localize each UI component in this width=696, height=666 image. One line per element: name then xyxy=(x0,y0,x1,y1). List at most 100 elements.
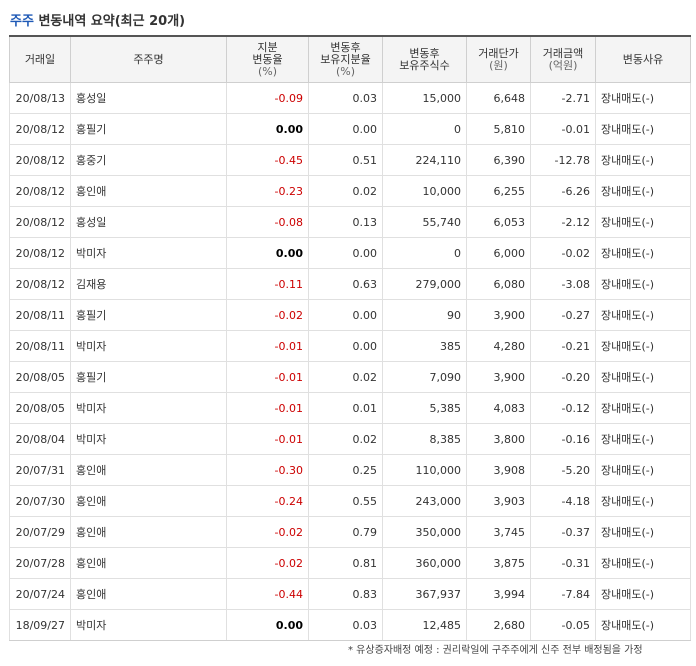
shares-held-cell: 8,385 xyxy=(382,423,467,455)
shares-held-cell: 5,385 xyxy=(382,392,467,424)
shares-held-cell: 279,000 xyxy=(382,268,467,300)
shareholder-name-cell: 박미자 xyxy=(70,330,227,362)
change-rate-cell: -0.30 xyxy=(226,454,309,486)
unit-price-cell: 3,903 xyxy=(466,485,531,517)
shares-held-cell: 360,000 xyxy=(382,547,467,579)
change-rate-cell: -0.01 xyxy=(226,330,309,362)
shareholder-name-cell: 홍성일 xyxy=(70,82,227,114)
shares-held-cell: 7,090 xyxy=(382,361,467,393)
change-rate-cell: -0.02 xyxy=(226,299,309,331)
unit-price-cell: 6,080 xyxy=(466,268,531,300)
table-header-row: 거래일 주주명 지분 변동율 (%) 변동후 보유지분율 (%) 변동후 보유주식수 거래… xyxy=(9,35,691,83)
holding-pct-cell: 0.03 xyxy=(308,609,383,641)
change-rate-cell: -0.08 xyxy=(226,206,309,238)
holding-pct-cell: 0.02 xyxy=(308,175,383,207)
unit-price-cell: 5,810 xyxy=(466,113,531,145)
trade-date-cell: 20/08/11 xyxy=(9,299,71,331)
change-reason-cell: 장내매도(-) xyxy=(595,299,691,331)
holding-pct-cell: 0.81 xyxy=(308,547,383,579)
trade-amount-cell: -0.02 xyxy=(530,237,596,269)
change-reason-cell: 장내매도(-) xyxy=(595,423,691,455)
table-row: 20/08/04 박미자 -0.01 0.02 8,385 3,800 -0.16 장내매도(… xyxy=(9,423,691,455)
holding-pct-cell: 0.00 xyxy=(308,299,383,331)
holding-pct-cell: 0.03 xyxy=(308,82,383,114)
holding-pct-cell: 0.00 xyxy=(308,330,383,362)
unit-price-cell: 4,280 xyxy=(466,330,531,362)
unit-price-cell: 3,900 xyxy=(466,361,531,393)
table-row: 20/08/12 김재용 -0.11 0.63 279,000 6,080 -3.08 장내매… xyxy=(9,268,691,300)
change-reason-cell: 장내매도(-) xyxy=(595,82,691,114)
change-reason-cell: 장내매도(-) xyxy=(595,485,691,517)
shareholder-name-cell: 홍중기 xyxy=(70,144,227,176)
unit-price-cell: 6,255 xyxy=(466,175,531,207)
trade-date-cell: 20/08/13 xyxy=(9,82,71,114)
change-rate-cell: -0.02 xyxy=(226,516,309,548)
shareholder-name-cell: 박미자 xyxy=(70,392,227,424)
trade-amount-cell: -0.27 xyxy=(530,299,596,331)
unit-price-cell: 6,000 xyxy=(466,237,531,269)
trade-date-cell: 20/08/05 xyxy=(9,361,71,393)
unit-price-cell: 3,875 xyxy=(466,547,531,579)
table-row: 20/08/12 홍중기 -0.45 0.51 224,110 6,390 -12.78 장내… xyxy=(9,144,691,176)
holding-pct-cell: 0.02 xyxy=(308,361,383,393)
change-reason-cell: 장내매도(-) xyxy=(595,454,691,486)
holding-pct-cell: 0.13 xyxy=(308,206,383,238)
header-unit-price: 거래단가 (원) xyxy=(466,35,531,83)
table-row: 20/07/30 홍인애 -0.24 0.55 243,000 3,903 -4.18 장내매… xyxy=(9,485,691,517)
change-reason-cell: 장내매도(-) xyxy=(595,268,691,300)
change-reason-cell: 장내매도(-) xyxy=(595,237,691,269)
change-rate-cell: 0.00 xyxy=(226,237,309,269)
table-row: 20/08/12 홍인애 -0.23 0.02 10,000 6,255 -6.26 장내매도… xyxy=(9,175,691,207)
table-row: 20/08/12 홍필기 0.00 0.00 0 5,810 -0.01 장내매도(-) xyxy=(9,113,691,145)
change-rate-cell: 0.00 xyxy=(226,609,309,641)
header-trade-date: 거래일 xyxy=(9,35,71,83)
unit-price-cell: 3,800 xyxy=(466,423,531,455)
change-reason-cell: 장내매도(-) xyxy=(595,609,691,641)
shareholder-change-table: 거래일 주주명 지분 변동율 (%) 변동후 보유지분율 (%) 변동후 보유주식수 거래… xyxy=(9,35,691,641)
change-reason-cell: 장내매도(-) xyxy=(595,361,691,393)
change-rate-cell: -0.24 xyxy=(226,485,309,517)
trade-date-cell: 20/08/04 xyxy=(9,423,71,455)
shares-held-cell: 55,740 xyxy=(382,206,467,238)
shareholder-name-cell: 박미자 xyxy=(70,237,227,269)
table-row: 20/08/12 홍성일 -0.08 0.13 55,740 6,053 -2.12 장내매도… xyxy=(9,206,691,238)
header-change-reason: 변동사유 xyxy=(595,35,691,83)
trade-date-cell: 20/07/28 xyxy=(9,547,71,579)
trade-amount-cell: -5.20 xyxy=(530,454,596,486)
table-row: 20/08/11 박미자 -0.01 0.00 385 4,280 -0.21 장내매도(-) xyxy=(9,330,691,362)
shareholder-name-cell: 홍인애 xyxy=(70,516,227,548)
trade-date-cell: 20/07/24 xyxy=(9,578,71,610)
shareholder-name-cell: 홍인애 xyxy=(70,485,227,517)
header-shares-held: 변동후 보유주식수 xyxy=(382,35,467,83)
trade-amount-cell: -6.26 xyxy=(530,175,596,207)
table-row: 20/08/12 박미자 0.00 0.00 0 6,000 -0.02 장내매도(-) xyxy=(9,237,691,269)
shareholder-name-cell: 박미자 xyxy=(70,423,227,455)
shares-held-cell: 110,000 xyxy=(382,454,467,486)
shareholder-name-cell: 홍인애 xyxy=(70,454,227,486)
holding-pct-cell: 0.01 xyxy=(308,392,383,424)
unit-price-cell: 3,994 xyxy=(466,578,531,610)
change-reason-cell: 장내매도(-) xyxy=(595,113,691,145)
holding-pct-cell: 0.00 xyxy=(308,113,383,145)
table-row: 20/07/29 홍인애 -0.02 0.79 350,000 3,745 -0.37 장내매… xyxy=(9,516,691,548)
trade-amount-cell: -2.71 xyxy=(530,82,596,114)
shares-held-cell: 385 xyxy=(382,330,467,362)
shareholder-name-cell: 홍필기 xyxy=(70,299,227,331)
trade-amount-cell: -2.12 xyxy=(530,206,596,238)
trade-amount-cell: -0.31 xyxy=(530,547,596,579)
shares-held-cell: 10,000 xyxy=(382,175,467,207)
trade-date-cell: 20/08/12 xyxy=(9,175,71,207)
change-reason-cell: 장내매도(-) xyxy=(595,175,691,207)
trade-date-cell: 20/07/29 xyxy=(9,516,71,548)
unit-price-cell: 6,390 xyxy=(466,144,531,176)
change-rate-cell: -0.44 xyxy=(226,578,309,610)
trade-amount-cell: -0.12 xyxy=(530,392,596,424)
holding-pct-cell: 0.83 xyxy=(308,578,383,610)
trade-date-cell: 20/08/12 xyxy=(9,268,71,300)
table-row: 20/07/31 홍인애 -0.30 0.25 110,000 3,908 -5.20 장내매… xyxy=(9,454,691,486)
change-rate-cell: -0.23 xyxy=(226,175,309,207)
change-reason-cell: 장내매도(-) xyxy=(595,392,691,424)
change-rate-cell: -0.11 xyxy=(226,268,309,300)
holding-pct-cell: 0.02 xyxy=(308,423,383,455)
trade-date-cell: 20/08/12 xyxy=(9,237,71,269)
